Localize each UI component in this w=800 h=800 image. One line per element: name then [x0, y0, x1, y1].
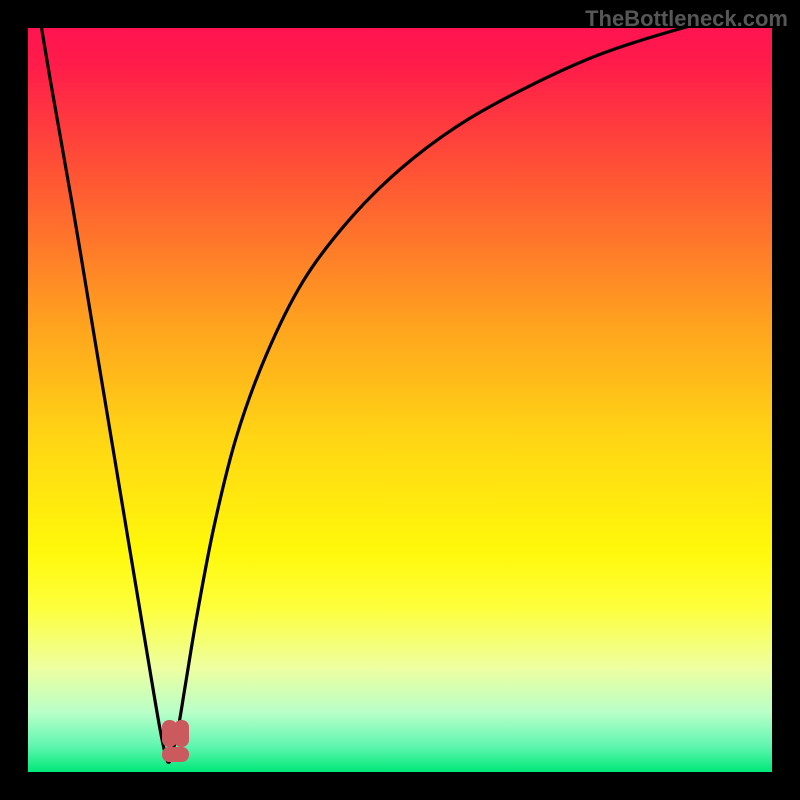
marker-min-right: [174, 720, 189, 747]
curve-layer: [28, 28, 772, 772]
plot-area: [28, 28, 772, 772]
watermark-text: TheBottleneck.com: [585, 6, 788, 32]
marker-min-base: [162, 747, 189, 762]
chart-frame: TheBottleneck.com: [0, 0, 800, 800]
bottleneck-curve: [32, 28, 772, 762]
